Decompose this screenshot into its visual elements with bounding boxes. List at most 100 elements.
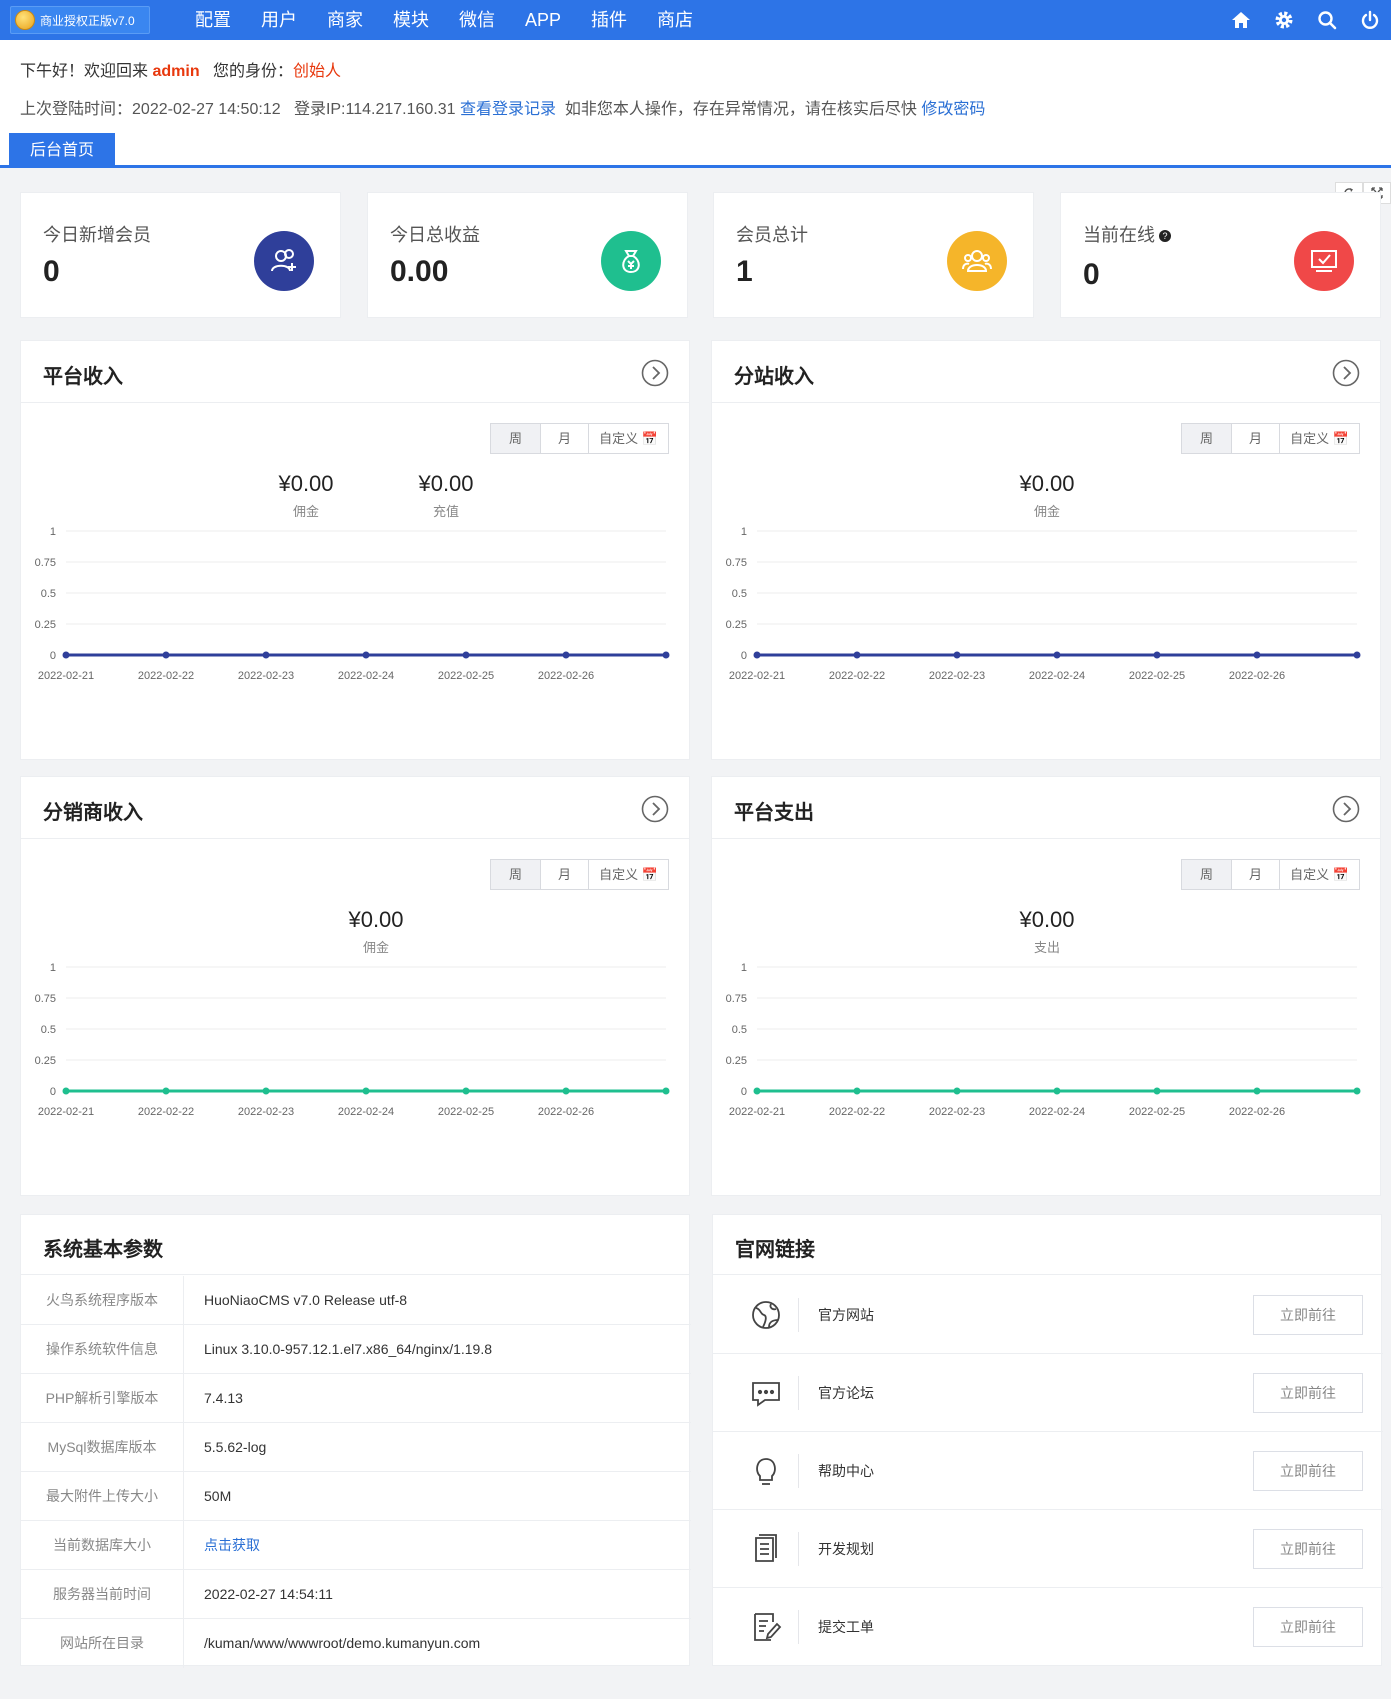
period-switch: 周 月 自定义 📅 bbox=[490, 859, 669, 890]
go-button[interactable]: 立即前往 bbox=[1253, 1295, 1363, 1335]
nav-config[interactable]: 配置 bbox=[195, 0, 231, 40]
divider bbox=[798, 1532, 799, 1566]
y-tick-label: 0.75 bbox=[726, 557, 747, 569]
table-row: 最大附件上传大小 50M bbox=[21, 1472, 691, 1521]
logo[interactable]: 商业授权正版v7.0 bbox=[10, 6, 150, 34]
globe-icon bbox=[752, 1301, 780, 1329]
period-custom[interactable]: 自定义 📅 bbox=[1280, 860, 1359, 889]
period-custom-label: 自定义 bbox=[1290, 431, 1330, 446]
change-password-link[interactable]: 修改密码 bbox=[921, 101, 985, 118]
arrow-right-circle-icon[interactable] bbox=[1332, 359, 1360, 387]
stat-value: 1 bbox=[736, 255, 753, 288]
line-chart: 0 0.25 0.5 0.75 1 2022-02-21 2022-02-22 2022-02… bbox=[35, 526, 670, 682]
stat-label: 今日总收益 bbox=[390, 225, 480, 245]
data-point bbox=[853, 651, 861, 659]
search-icon[interactable] bbox=[1305, 0, 1348, 40]
tab-home[interactable]: 后台首页 bbox=[9, 133, 115, 168]
view-login-log-link[interactable]: 查看登录记录 bbox=[460, 101, 556, 118]
panel-title: 官网链接 bbox=[735, 1239, 815, 1261]
nav-merchants[interactable]: 商家 bbox=[327, 0, 363, 40]
data-point bbox=[1153, 651, 1161, 659]
arrow-right-circle-icon[interactable] bbox=[641, 359, 669, 387]
panel-platform-expense: 平台支出 周 月 自定义 📅 ¥0.00 支出 0 0.25 0.5 0.75 1 202… bbox=[711, 776, 1381, 1196]
data-point bbox=[462, 651, 470, 659]
data-point bbox=[753, 1087, 761, 1095]
period-week[interactable]: 周 bbox=[491, 424, 541, 453]
period-month[interactable]: 月 bbox=[1232, 424, 1280, 453]
data-point bbox=[362, 651, 370, 659]
go-button[interactable]: 立即前往 bbox=[1253, 1373, 1363, 1413]
x-tick-label: 2022-02-23 bbox=[238, 670, 294, 682]
period-custom[interactable]: 自定义 📅 bbox=[589, 860, 668, 889]
nav-store[interactable]: 商店 bbox=[657, 0, 693, 40]
data-point bbox=[62, 1087, 70, 1095]
go-button[interactable]: 立即前往 bbox=[1253, 1529, 1363, 1569]
y-tick-label: 0.25 bbox=[726, 619, 747, 631]
period-week[interactable]: 周 bbox=[1182, 860, 1232, 889]
stat-card-new-members: 今日新增会员 0 bbox=[20, 192, 341, 318]
arrow-right-circle-icon[interactable] bbox=[641, 795, 669, 823]
stat-value: 0.00 bbox=[390, 255, 449, 288]
x-tick-label: 2022-02-23 bbox=[929, 1106, 985, 1118]
link-name: 官方网站 bbox=[818, 1307, 874, 1323]
chat-icon bbox=[752, 1382, 780, 1407]
users-add-icon bbox=[254, 231, 314, 291]
welcome-line: 下午好！欢迎回来 admin 您的身份：创始人 bbox=[20, 57, 341, 81]
row-value: 2022-02-27 14:54:11 bbox=[204, 1586, 333, 1602]
row-key: 服务器当前时间 bbox=[21, 1570, 184, 1619]
y-tick-label: 0.5 bbox=[732, 588, 747, 600]
divider bbox=[798, 1454, 799, 1488]
stat-value: 0 bbox=[1083, 258, 1100, 291]
x-tick-label: 2022-02-26 bbox=[1229, 1106, 1285, 1118]
home-icon[interactable] bbox=[1219, 0, 1262, 40]
period-week[interactable]: 周 bbox=[1182, 424, 1232, 453]
db-size-link[interactable]: 点击获取 bbox=[204, 1521, 260, 1570]
data-point bbox=[562, 1087, 570, 1095]
arrow-right-circle-icon[interactable] bbox=[1332, 795, 1360, 823]
help-icon[interactable]: ? bbox=[1159, 230, 1171, 243]
period-month[interactable]: 月 bbox=[541, 860, 589, 889]
document-icon bbox=[755, 1534, 777, 1562]
panel-title: 分销商收入 bbox=[43, 802, 143, 824]
row-value: /kuman/www/wwwroot/demo.kumanyun.com bbox=[204, 1635, 481, 1651]
panel-header: 平台支出 bbox=[712, 777, 1380, 839]
system-params-panel: 系统基本参数 火鸟系统程序版本 HuoNiaoCMS v7.0 Release u… bbox=[20, 1214, 691, 1668]
panel-header: 分销商收入 bbox=[21, 777, 689, 839]
period-month[interactable]: 月 bbox=[1232, 860, 1280, 889]
link-name: 提交工单 bbox=[818, 1619, 874, 1635]
panel-title: 平台收入 bbox=[43, 366, 123, 388]
data-point bbox=[853, 1087, 861, 1095]
gear-icon[interactable] bbox=[1262, 0, 1305, 40]
lightbulb-icon bbox=[756, 1458, 776, 1485]
x-tick-label: 2022-02-26 bbox=[1229, 670, 1285, 682]
period-month[interactable]: 月 bbox=[541, 424, 589, 453]
data-point bbox=[1253, 651, 1261, 659]
data-point bbox=[362, 1087, 370, 1095]
row-value: Linux 3.10.0-957.12.1.el7.x86_64/nginx/1… bbox=[204, 1341, 493, 1357]
calendar-icon: 📅 bbox=[1332, 867, 1349, 882]
nav-app[interactable]: APP bbox=[525, 0, 561, 40]
nav-plugins[interactable]: 插件 bbox=[591, 0, 627, 40]
nav-wechat[interactable]: 微信 bbox=[459, 0, 495, 40]
x-tick-label: 2022-02-21 bbox=[38, 1106, 94, 1118]
data-point bbox=[1053, 651, 1061, 659]
go-button[interactable]: 立即前往 bbox=[1253, 1607, 1363, 1647]
period-custom[interactable]: 自定义 📅 bbox=[1280, 424, 1359, 453]
last-login-label: 上次登陆时间： bbox=[20, 101, 133, 118]
stat-card-today-income: 今日总收益 0.00 bbox=[367, 192, 688, 318]
x-tick-label: 2022-02-23 bbox=[238, 1106, 294, 1118]
logo-coin-icon bbox=[15, 10, 35, 30]
last-login-line: 上次登陆时间：2022-02-27 14:50:12 登录IP:114.217.… bbox=[20, 95, 985, 119]
x-tick-label: 2022-02-26 bbox=[538, 670, 594, 682]
period-custom[interactable]: 自定义 📅 bbox=[589, 424, 668, 453]
x-tick-label: 2022-02-22 bbox=[829, 670, 885, 682]
y-tick-label: 1 bbox=[50, 526, 56, 538]
power-icon[interactable] bbox=[1348, 0, 1391, 40]
go-button[interactable]: 立即前往 bbox=[1253, 1451, 1363, 1491]
period-week[interactable]: 周 bbox=[491, 860, 541, 889]
nav-modules[interactable]: 模块 bbox=[393, 0, 429, 40]
list-item: 帮助中心 立即前往 bbox=[713, 1432, 1383, 1510]
nav-users[interactable]: 用户 bbox=[261, 0, 297, 40]
x-tick-label: 2022-02-25 bbox=[438, 1106, 494, 1118]
link-name: 开发规划 bbox=[818, 1541, 874, 1557]
